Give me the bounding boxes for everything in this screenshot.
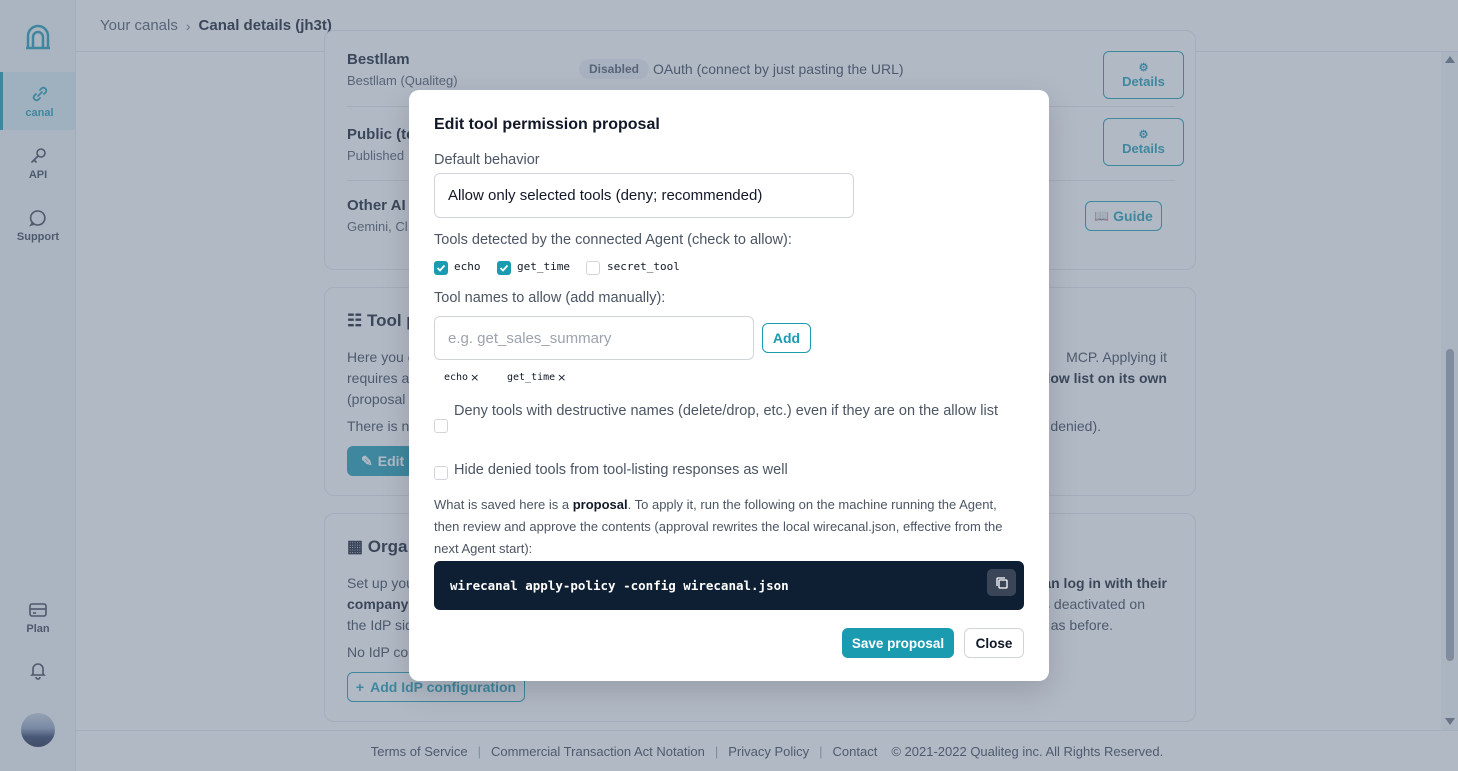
default-behavior-select[interactable]: Allow only selected tools (deny; recomme… <box>434 173 854 218</box>
deny-destructive-label: Deny tools with destructive names (delet… <box>454 403 999 419</box>
command-text: wirecanal apply-policy -config wirecanal… <box>450 578 789 593</box>
tool-name-input[interactable]: e.g. get_sales_summary <box>434 316 754 360</box>
copy-icon <box>995 576 1008 589</box>
tool-name: secret_tool <box>607 260 680 273</box>
save-proposal-button[interactable]: Save proposal <box>842 628 954 658</box>
deny-destructive-checkbox[interactable] <box>434 419 448 433</box>
command-code-block: wirecanal apply-policy -config wirecanal… <box>434 561 1024 610</box>
tool-checkbox-secret-tool[interactable] <box>586 261 600 275</box>
allowed-tag: echo × <box>444 371 479 384</box>
tool-name: get_time <box>517 260 570 273</box>
tool-checkbox-echo[interactable] <box>434 261 448 275</box>
tool-name: echo <box>454 260 481 273</box>
edit-tool-permission-modal: Edit tool permission proposal Default be… <box>409 90 1049 681</box>
tag-label: echo <box>444 372 469 383</box>
tool-checkbox-get-time[interactable] <box>497 261 511 275</box>
remove-tag-icon[interactable]: × <box>470 371 479 384</box>
hide-denied-checkbox[interactable] <box>434 466 448 480</box>
modal-title: Edit tool permission proposal <box>434 116 660 133</box>
hide-denied-label: Hide denied tools from tool-listing resp… <box>454 462 788 478</box>
copy-button[interactable] <box>987 569 1016 596</box>
check-icon <box>436 264 446 272</box>
remove-tag-icon[interactable]: × <box>557 371 566 384</box>
allowed-tag: get_time × <box>507 371 566 384</box>
close-button[interactable]: Close <box>964 628 1024 658</box>
manual-tools-label: Tool names to allow (add manually): <box>434 290 666 306</box>
check-icon <box>499 264 509 272</box>
add-tool-button[interactable]: Add <box>762 323 811 353</box>
proposal-note: What is saved here is a proposal. To app… <box>434 497 1003 556</box>
tag-label: get_time <box>507 372 556 383</box>
detected-tools-label: Tools detected by the connected Agent (c… <box>434 232 792 248</box>
default-behavior-label: Default behavior <box>434 152 540 168</box>
